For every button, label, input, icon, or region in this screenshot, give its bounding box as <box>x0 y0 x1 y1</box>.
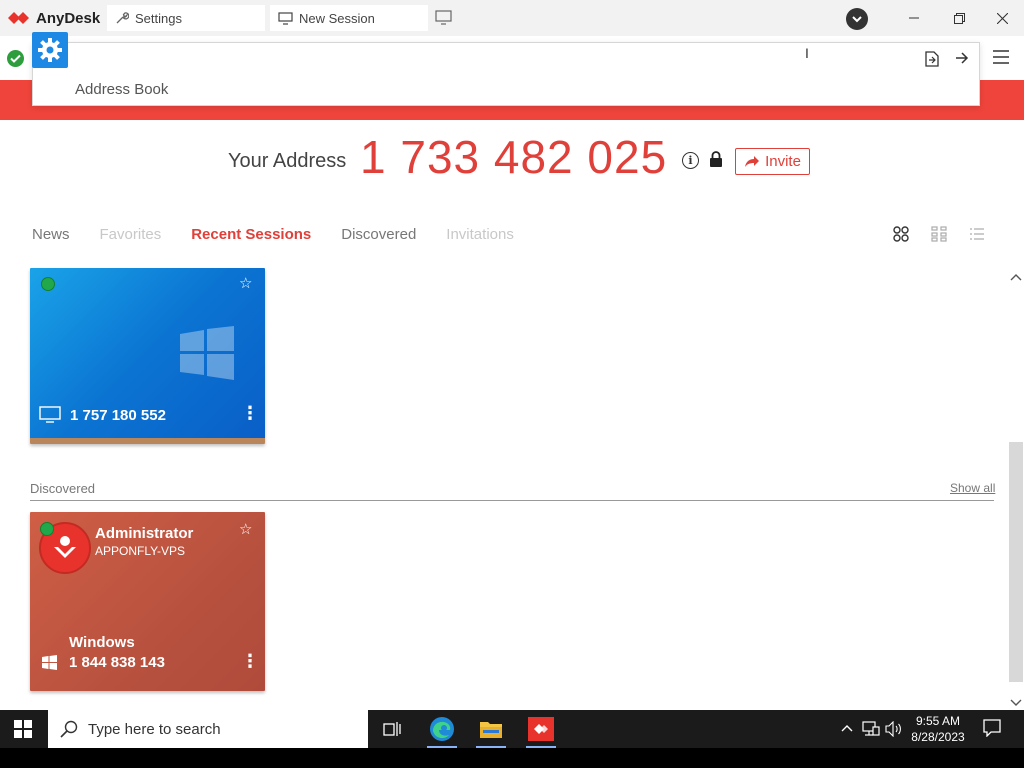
anydesk-logo-icon <box>8 12 29 24</box>
your-address-label: Your Address <box>228 150 347 172</box>
online-status-icon <box>40 522 54 536</box>
section-divider <box>30 500 994 501</box>
tab-discovered[interactable]: Discovered <box>341 226 416 243</box>
address-book-item[interactable]: Address Book <box>75 81 168 98</box>
lock-icon[interactable] <box>709 151 723 173</box>
search-placeholder: Type here to search <box>88 720 221 738</box>
tab-settings-label: Settings <box>135 10 182 26</box>
grid-small-icon[interactable] <box>931 226 947 242</box>
new-tab-monitor-icon[interactable] <box>435 10 452 30</box>
session-tabs: News Favorites Recent Sessions Discovere… <box>32 226 544 243</box>
clock-date: 8/28/2023 <box>911 730 965 744</box>
minimize-button[interactable] <box>904 8 924 28</box>
invite-label: Invite <box>765 153 801 170</box>
favorite-star-icon[interactable]: ☆ <box>239 520 252 538</box>
screen-bottom-edge <box>0 748 1024 768</box>
device-user-name: Administrator <box>95 525 194 542</box>
anydesk-logo: AnyDesk <box>8 10 104 27</box>
tab-new-session[interactable]: New Session <box>270 5 428 31</box>
tab-invitations[interactable]: Invitations <box>446 226 514 243</box>
view-mode-switcher <box>893 226 985 242</box>
more-options-icon[interactable]: ⋮ <box>241 652 259 670</box>
your-address-value: 1 733 482 025 <box>360 131 668 183</box>
close-button[interactable] <box>992 8 1012 28</box>
app-name: AnyDesk <box>36 9 101 27</box>
network-icon[interactable] <box>862 721 880 740</box>
gear-icon[interactable] <box>32 32 68 68</box>
tab-new-session-label: New Session <box>299 10 375 26</box>
device-host-name: APPONFLY-VPS <box>95 544 186 558</box>
tab-recent-sessions[interactable]: Recent Sessions <box>191 226 311 243</box>
windows-start-icon[interactable] <box>14 720 32 743</box>
file-explorer-icon[interactable] <box>470 710 512 748</box>
scrollbar-thumb[interactable] <box>1009 442 1023 682</box>
more-options-icon[interactable]: ⋮ <box>241 404 259 422</box>
notifications-icon[interactable] <box>983 719 1001 740</box>
tab-favorites[interactable]: Favorites <box>100 226 162 243</box>
discovered-section-title: Discovered <box>30 481 96 496</box>
invite-button[interactable]: Invite <box>735 148 810 175</box>
anydesk-taskbar-icon[interactable] <box>520 710 562 748</box>
share-arrow-icon <box>745 156 760 167</box>
tab-settings[interactable]: Settings <box>107 5 265 31</box>
menu-icon[interactable] <box>992 49 1010 70</box>
online-status-icon <box>41 277 55 291</box>
system-clock[interactable]: 9:55 AM 8/28/2023 <box>906 713 970 745</box>
recent-session-card[interactable]: ☆ 1 757 180 552 ⋮ <box>30 268 265 444</box>
restore-button[interactable] <box>949 8 969 28</box>
task-view-icon[interactable] <box>371 710 413 748</box>
show-hidden-icons-chevron[interactable] <box>841 721 853 736</box>
tab-news[interactable]: News <box>32 226 70 243</box>
monitor-icon <box>39 406 61 423</box>
edge-browser-icon[interactable] <box>421 710 463 748</box>
grid-large-icon[interactable] <box>893 226 909 242</box>
connection-ok-icon <box>7 50 24 67</box>
windows-taskbar: Type here to search 9:55 AM 8/28/2023 <box>0 710 1024 748</box>
show-all-link[interactable]: Show all <box>950 481 995 495</box>
discovered-card[interactable]: Administrator APPONFLY-VPS ☆ Windows 1 8… <box>30 512 265 691</box>
connect-arrow-icon[interactable] <box>955 51 969 70</box>
favorite-star-icon[interactable]: ☆ <box>239 274 252 292</box>
windows-icon <box>42 655 57 670</box>
file-transfer-icon[interactable] <box>925 51 939 72</box>
title-bar: AnyDesk Settings New Session <box>0 0 1024 36</box>
windows-wallpaper-logo <box>180 326 234 380</box>
monitor-icon <box>278 11 293 25</box>
device-id: 1 844 838 143 <box>69 654 165 671</box>
info-icon[interactable]: i <box>682 152 699 169</box>
download-icon[interactable] <box>846 8 868 30</box>
session-id: 1 757 180 552 <box>70 407 166 424</box>
volume-icon[interactable] <box>885 720 903 740</box>
scroll-up-arrow[interactable] <box>1010 268 1022 286</box>
device-os: Windows <box>69 634 135 651</box>
clock-time: 9:55 AM <box>915 714 961 728</box>
text-cursor-icon: I <box>805 45 809 61</box>
wrench-icon <box>116 12 129 24</box>
address-dropdown[interactable]: Address Book I <box>32 42 980 106</box>
list-view-icon[interactable] <box>969 226 985 242</box>
taskbar-search-input[interactable]: Type here to search <box>48 710 368 748</box>
search-icon <box>60 720 78 738</box>
